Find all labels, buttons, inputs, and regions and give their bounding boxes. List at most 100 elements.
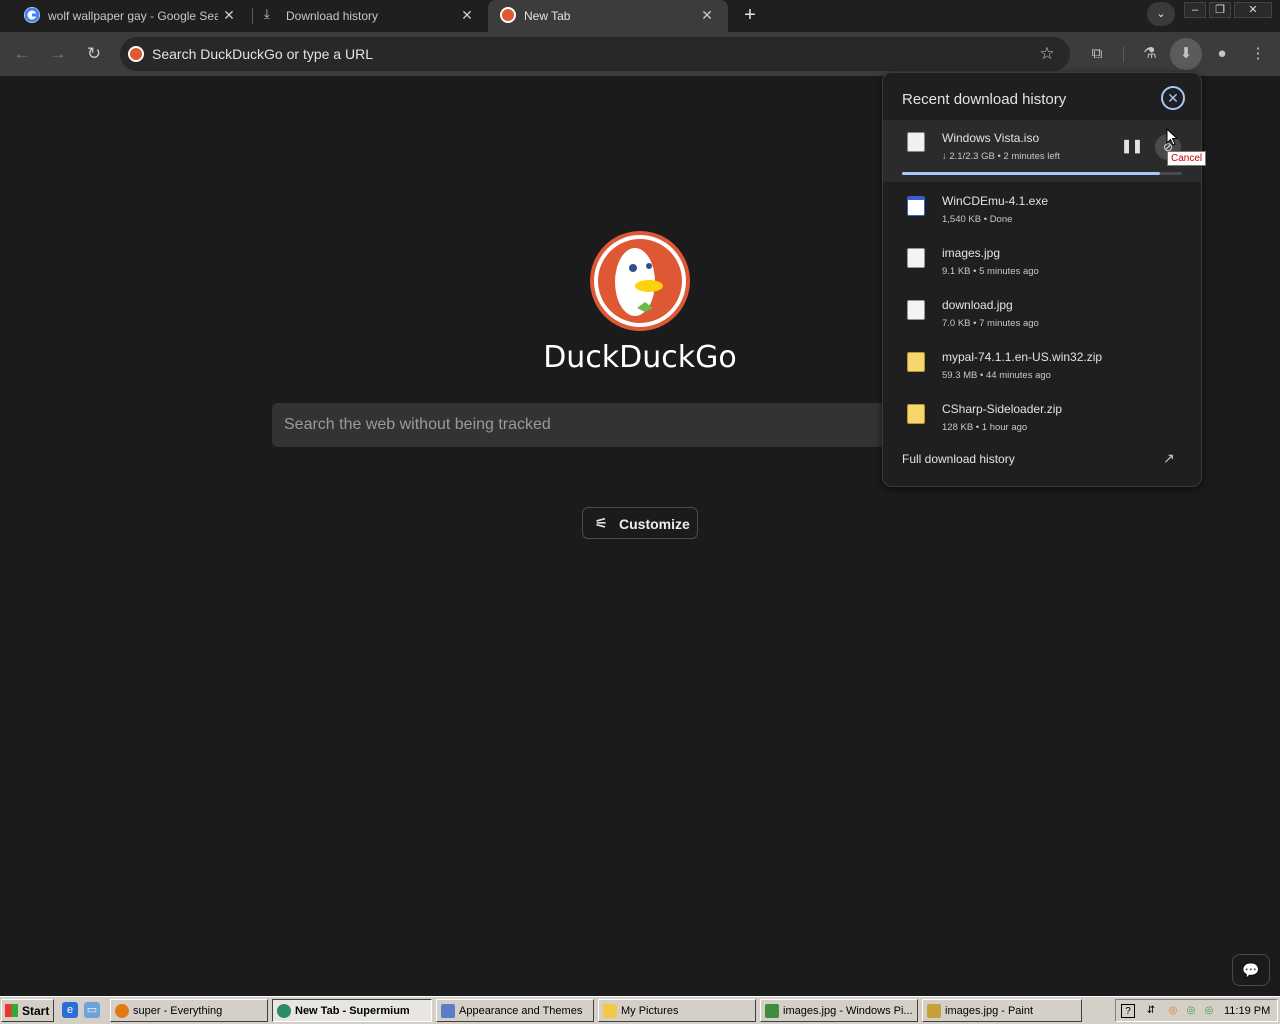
browser-window: wolf wallpaper gay - Google Search ✕ ⤓ D… <box>0 0 1280 1024</box>
sliders-icon: ⚟ <box>595 515 608 531</box>
browser-icon <box>277 1004 291 1018</box>
exe-icon <box>907 196 925 216</box>
tab-title: New Tab <box>524 9 571 23</box>
download-status: 7.0 KB • 7 minutes ago <box>942 318 1039 329</box>
back-button[interactable]: ← <box>8 40 36 68</box>
tab-strip: wolf wallpaper gay - Google Search ✕ ⤓ D… <box>0 0 1280 32</box>
close-icon[interactable]: ✕ <box>220 6 238 24</box>
task-my-pictures[interactable]: My Pictures <box>598 999 756 1022</box>
close-window-button[interactable]: ✕ <box>1234 2 1272 18</box>
download-row[interactable]: images.jpg 9.1 KB • 5 minutes ago <box>883 240 1201 292</box>
task-label: images.jpg - Windows Pi... <box>783 1005 913 1017</box>
reload-button[interactable]: ↻ <box>80 40 108 68</box>
download-icon[interactable]: ⬇ <box>1170 38 1202 70</box>
sync-icon[interactable]: ◎ <box>1202 1004 1216 1018</box>
customize-button[interactable]: ⚟ Customize <box>582 507 698 539</box>
search-box[interactable] <box>272 403 912 447</box>
restore-button[interactable]: ❐ <box>1209 2 1231 18</box>
task-label: super - Everything <box>133 1005 223 1017</box>
download-bubble: Recent download history ✕ Windows Vista.… <box>882 72 1207 487</box>
download-filename: Windows Vista.iso <box>942 131 1040 145</box>
download-row[interactable]: mypal-74.1.1.en-US.win32.zip 59.3 MB • 4… <box>883 344 1201 396</box>
cancel-tooltip: Cancel <box>1167 151 1207 166</box>
tab-separator <box>252 8 253 24</box>
security-icon[interactable]: ◎ <box>1184 1004 1198 1018</box>
windows-flag-icon <box>5 1004 18 1017</box>
network-icon[interactable]: ⇵ <box>1144 1004 1158 1018</box>
download-row[interactable]: WinCDEmu-4.1.exe 1,540 KB • Done <box>883 188 1201 240</box>
task-paint[interactable]: images.jpg - Paint <box>922 999 1082 1022</box>
forward-button[interactable]: → <box>44 40 72 68</box>
download-status: 9.1 KB • 5 minutes ago <box>942 266 1039 277</box>
download-filename: download.jpg <box>942 298 1013 312</box>
task-appearance-themes[interactable]: Appearance and Themes <box>436 999 594 1022</box>
start-button[interactable]: Start <box>1 999 54 1022</box>
clock: 11:19 PM <box>1224 1005 1271 1017</box>
download-progress-fill <box>902 172 1160 175</box>
image-file-icon <box>907 300 925 320</box>
download-filename: CSharp-Sideloader.zip <box>942 402 1063 416</box>
task-everything[interactable]: super - Everything <box>110 999 268 1022</box>
search-icon <box>115 1004 129 1018</box>
download-row[interactable]: download.jpg 7.0 KB • 7 minutes ago <box>883 292 1201 344</box>
omnibox[interactable]: ☆ <box>120 37 1070 71</box>
iso-file-icon <box>907 132 925 152</box>
task-label: Appearance and Themes <box>459 1005 583 1017</box>
star-icon[interactable]: ☆ <box>1036 43 1058 65</box>
zip-folder-icon <box>907 352 925 372</box>
tab-title: wolf wallpaper gay - Google Search <box>48 9 218 23</box>
folder-icon <box>603 1004 617 1018</box>
download-bubble-title: Recent download history <box>902 91 1067 108</box>
internet-explorer-icon[interactable]: e <box>62 1002 78 1018</box>
help-icon[interactable]: ? <box>1121 1004 1135 1018</box>
taskbar: Start e ▭ super - Everything New Tab - S… <box>0 996 1280 1024</box>
close-icon[interactable]: ✕ <box>1161 86 1185 110</box>
tab-google-search[interactable]: wolf wallpaper gay - Google Search ✕ <box>0 0 250 32</box>
tab-new-tab[interactable]: New Tab ✕ <box>488 0 728 32</box>
duckduckgo-icon <box>128 46 144 62</box>
task-picture-viewer[interactable]: images.jpg - Windows Pi... <box>760 999 918 1022</box>
start-label: Start <box>22 1004 50 1018</box>
menu-kebab-icon[interactable]: ⋮ <box>1244 40 1272 68</box>
tab-download-history[interactable]: ⤓ Download history ✕ <box>254 0 488 32</box>
search-input[interactable] <box>284 414 864 436</box>
task-label: images.jpg - Paint <box>945 1005 1034 1017</box>
extensions-icon[interactable]: ⧉ <box>1083 40 1111 68</box>
duckduckgo-icon <box>500 7 516 23</box>
close-icon[interactable]: ✕ <box>458 6 476 24</box>
toolbar-separator <box>1123 46 1124 62</box>
full-download-history-link[interactable]: Full download history ↗ <box>883 441 1201 471</box>
task-label: New Tab - Supermium <box>295 1005 410 1017</box>
picture-viewer-icon <box>765 1004 779 1018</box>
download-status: 128 KB • 1 hour ago <box>942 422 1028 433</box>
download-status: ↓ 2.1/2.3 GB • 2 minutes left <box>942 151 1060 162</box>
customize-label: Customize <box>619 516 690 532</box>
tab-title: Download history <box>286 9 379 23</box>
tab-search-chevron-icon[interactable]: ⌄ <box>1147 2 1175 26</box>
new-tab-button[interactable]: + <box>737 3 763 29</box>
task-supermium[interactable]: New Tab - Supermium <box>272 999 432 1022</box>
mouse-cursor-icon <box>1166 128 1178 146</box>
feedback-chat-icon[interactable]: 💬 <box>1232 954 1270 986</box>
download-filename: images.jpg <box>942 246 1001 260</box>
close-icon[interactable]: ✕ <box>698 6 716 24</box>
download-icon: ⤓ <box>264 6 270 21</box>
profile-icon[interactable]: ● <box>1208 40 1236 68</box>
download-filename: WinCDEmu-4.1.exe <box>942 194 1049 208</box>
zip-folder-icon <box>907 404 925 424</box>
search-icon[interactable]: ◎ <box>1166 1004 1180 1018</box>
download-status: 59.3 MB • 44 minutes ago <box>942 370 1051 381</box>
download-progress-bar <box>902 172 1182 175</box>
download-status: 1,540 KB • Done <box>942 214 1013 225</box>
show-desktop-icon[interactable]: ▭ <box>84 1002 100 1018</box>
minimize-button[interactable]: – <box>1184 2 1206 18</box>
pause-icon[interactable]: ❚❚ <box>1121 135 1143 157</box>
address-input[interactable] <box>152 43 1002 65</box>
toolbar: ← → ↻ ☆ ⧉ ⚗ ⬇ ● ⋮ <box>0 32 1280 76</box>
brand-wordmark: DuckDuckGo <box>543 340 737 375</box>
google-icon <box>24 7 40 23</box>
labs-flask-icon[interactable]: ⚗ <box>1136 40 1164 68</box>
paint-icon <box>927 1004 941 1018</box>
image-file-icon <box>907 248 925 268</box>
task-label: My Pictures <box>621 1005 679 1017</box>
